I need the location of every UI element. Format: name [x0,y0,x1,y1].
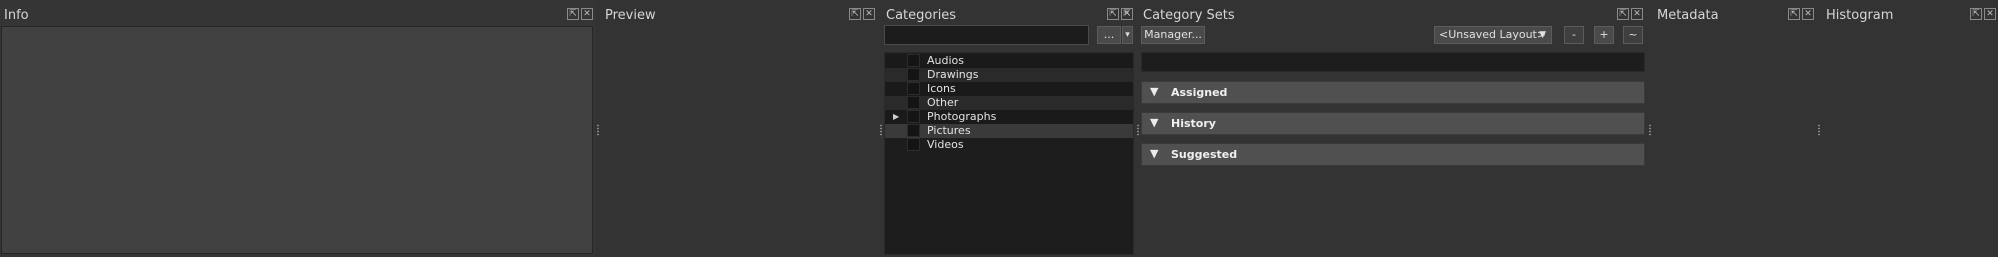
manager-button[interactable]: Manager... [1141,26,1205,44]
categories-float-icon[interactable]: ⇱ [1107,8,1119,20]
splitter-info-preview[interactable] [596,124,600,136]
category-sets-float-icon[interactable]: ⇱ [1617,8,1629,20]
categories-menu-dropdown[interactable]: ▾ [1122,26,1133,44]
section-suggested[interactable]: ▼ Suggested [1141,143,1645,166]
info-panel: Info ⇱ ✕ [0,0,596,257]
info-close-icon[interactable]: ✕ [581,8,593,20]
category-label: Drawings [927,68,979,81]
add-layout-button[interactable]: + [1594,26,1614,44]
triangle-down-icon: ▼ [1150,85,1159,98]
splitter-categories-sets[interactable] [1136,124,1140,136]
category-color-swatch [907,96,920,109]
list-item[interactable]: Audios [885,54,1133,68]
metadata-panel-title: Metadata [1657,8,1719,23]
metadata-float-icon[interactable]: ⇱ [1788,8,1800,20]
triangle-down-icon: ▼ [1150,116,1159,129]
histogram-close-icon[interactable]: ✕ [1984,8,1996,20]
metadata-close-icon[interactable]: ✕ [1802,8,1814,20]
histogram-panel: Histogram ⇱ ✕ [1822,0,1998,257]
category-label: Other [927,96,959,109]
info-content-area [1,26,593,254]
category-color-swatch [907,124,920,137]
category-label: Icons [927,82,956,95]
category-color-swatch [907,54,920,67]
preview-close-icon[interactable]: ✕ [863,8,875,20]
layout-options-button[interactable]: ~ [1623,26,1643,44]
section-assigned[interactable]: ▼ Assigned [1141,81,1645,104]
histogram-panel-title: Histogram [1826,8,1894,23]
info-float-icon[interactable]: ⇱ [567,8,579,20]
categories-more-button[interactable]: ... [1097,26,1121,44]
list-item[interactable]: Pictures [885,124,1133,138]
category-label: Pictures [927,124,971,137]
category-sets-panel-title: Category Sets [1143,8,1235,23]
list-item[interactable]: Videos [885,138,1133,152]
list-item[interactable]: Other [885,96,1133,110]
list-item[interactable]: Icons [885,82,1133,96]
histogram-float-icon[interactable]: ⇱ [1970,8,1982,20]
category-label: Photographs [927,110,997,123]
layout-select-value: <Unsaved Layout> [1439,28,1547,41]
category-sets-close-icon[interactable]: ✕ [1631,8,1643,20]
preview-float-icon[interactable]: ⇱ [849,8,861,20]
list-item[interactable]: Drawings [885,68,1133,82]
category-label: Audios [927,54,964,67]
section-label: Assigned [1171,86,1228,99]
preview-panel-title: Preview [605,8,656,23]
categories-search-input[interactable] [884,25,1089,45]
category-color-swatch [907,110,920,123]
info-panel-title: Info [4,8,29,23]
triangle-right-icon[interactable]: ▶ [893,112,899,121]
categories-list: Audios Drawings Icons Other ▶ Photograph… [884,52,1134,255]
splitter-metadata-histogram[interactable] [1817,124,1821,136]
layout-select[interactable]: <Unsaved Layout> ▼ [1434,26,1552,44]
remove-layout-button[interactable]: - [1564,26,1584,44]
categories-panel-title: Categories [886,8,957,23]
category-sets-filter-bar[interactable] [1141,52,1645,72]
preview-panel: Preview ⇱ ✕ [601,0,878,257]
section-label: History [1171,117,1216,130]
category-color-swatch [907,82,920,95]
section-history[interactable]: ▼ History [1141,112,1645,135]
section-label: Suggested [1171,148,1238,161]
splitter-preview-categories[interactable] [879,124,883,136]
category-label: Videos [927,138,964,151]
list-item[interactable]: ▶ Photographs [885,110,1133,124]
category-color-swatch [907,68,920,81]
category-color-swatch [907,138,920,151]
chevron-down-icon: ▼ [1539,30,1546,40]
splitter-sets-metadata[interactable] [1648,124,1652,136]
categories-close-icon[interactable]: ✕ [1121,8,1133,20]
metadata-panel: Metadata ⇱ ✕ [1653,0,1816,257]
triangle-down-icon: ▼ [1150,147,1159,160]
